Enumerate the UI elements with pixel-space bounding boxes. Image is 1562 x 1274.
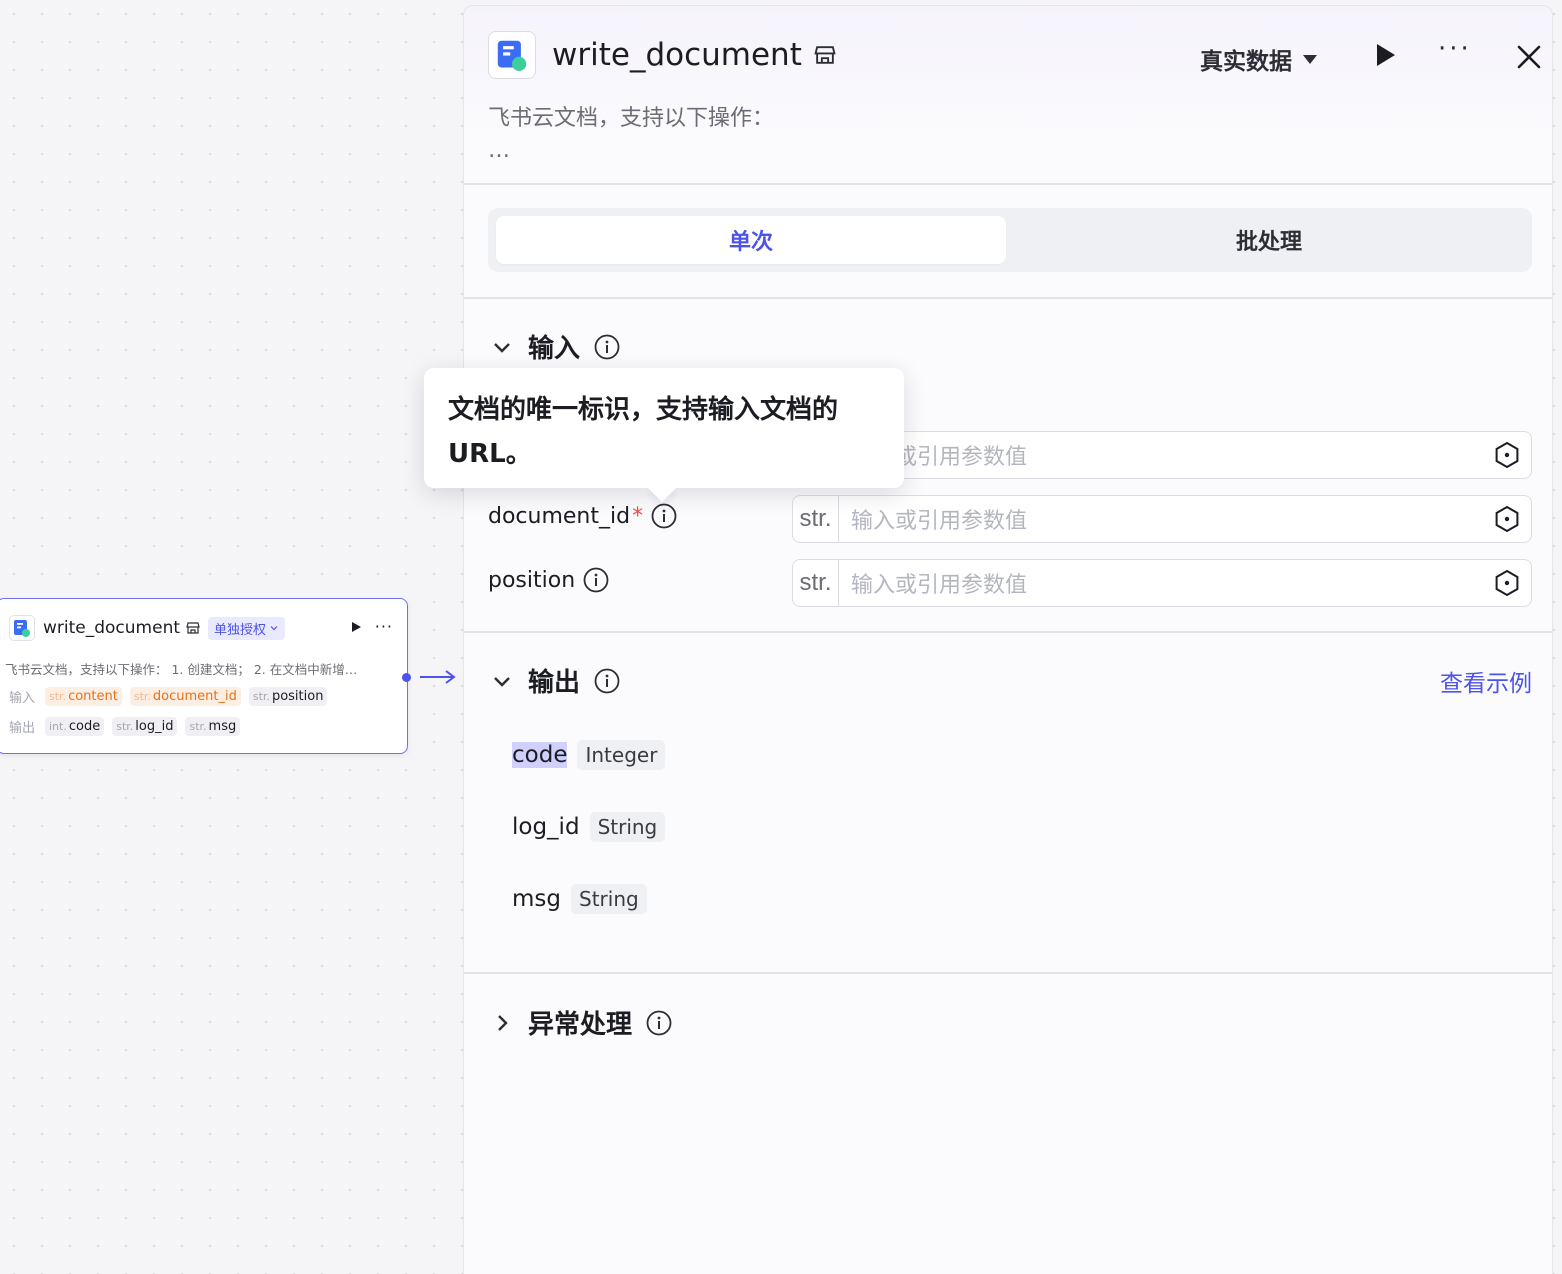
info-icon[interactable] (651, 503, 677, 529)
close-icon[interactable] (1516, 44, 1542, 70)
node-output-label: 输出 (9, 721, 36, 736)
node-input-chip: str. document_id (129, 687, 241, 706)
document-id-placeholder: 输入或引用参数值 (851, 509, 1028, 534)
node-output-chip: int. code (45, 717, 105, 736)
tooltip-line-1: 文档的唯一标识，支持输入文档的 (448, 395, 839, 425)
node-header: write_document 单独授权 (9, 613, 395, 643)
store-icon (814, 44, 836, 66)
output-field-type: String (571, 884, 647, 914)
position-label: position (488, 567, 609, 593)
type-tag: str. (793, 496, 839, 542)
divider (464, 972, 1552, 974)
document-plugin-icon (9, 615, 35, 641)
info-icon[interactable] (594, 334, 620, 360)
document-id-label: document_id * (488, 503, 677, 529)
output-field-row: code Integer (512, 740, 666, 770)
data-mode-dropdown[interactable]: 真实数据 (1200, 42, 1318, 76)
output-field-name: log_id (512, 814, 580, 840)
exception-section-header[interactable]: 异常处理 (490, 1004, 672, 1041)
position-input[interactable]: str. 输入或引用参数值 (792, 559, 1532, 607)
field-name: position (488, 567, 576, 593)
panel-title: write_document (552, 37, 802, 73)
type-tag: str. (793, 560, 839, 606)
output-field-row: msg String (512, 884, 647, 914)
caret-down-icon (1303, 55, 1317, 64)
info-icon[interactable] (594, 668, 620, 694)
panel-header: write_document 真实数据 ··· (488, 30, 1541, 80)
input-section-header[interactable]: 输入 (490, 328, 620, 365)
document-plugin-icon (488, 31, 536, 79)
run-node-icon[interactable] (349, 620, 363, 634)
connection-arrow-icon (420, 670, 456, 684)
divider (464, 183, 1552, 185)
output-field-row: log_id String (512, 812, 666, 842)
node-input-chip: str. content (45, 687, 122, 706)
run-mode-tabs: 单次 批处理 (488, 208, 1532, 272)
chevron-down-icon (494, 676, 510, 687)
node-title: write_document (43, 618, 181, 638)
output-field-type: Integer (577, 740, 666, 770)
more-icon[interactable]: ··· (375, 617, 393, 636)
description-expand[interactable]: … (488, 138, 512, 163)
output-field-name: code (512, 742, 568, 768)
chevron-down-icon (494, 342, 510, 353)
divider (464, 297, 1552, 299)
tab-batch[interactable]: 批处理 (1014, 216, 1524, 264)
auth-badge-label: 单独授权 (214, 622, 267, 638)
node-output-chip: str. log_id (112, 717, 178, 736)
auth-badge[interactable]: 单独授权 (208, 616, 286, 640)
info-icon[interactable] (583, 567, 609, 593)
node-output-port[interactable] (402, 673, 411, 682)
variable-ref-icon[interactable] (1493, 441, 1521, 469)
more-icon[interactable]: ··· (1438, 34, 1472, 64)
document-id-input[interactable]: str. 输入或引用参数值 (792, 495, 1532, 543)
node-output-chip: str. msg (185, 717, 241, 736)
store-icon (186, 621, 200, 635)
document-id-tooltip: 文档的唯一标识，支持输入文档的 URL。 (424, 368, 904, 488)
divider (464, 631, 1552, 633)
field-name: document_id (488, 503, 631, 529)
input-section-title: 输入 (528, 334, 581, 364)
workflow-node-card[interactable]: write_document 单独授权 ··· 飞书云文档，支持以下操作： 1.… (0, 598, 408, 754)
variable-ref-icon[interactable] (1493, 505, 1521, 533)
required-mark: * (632, 503, 644, 529)
position-placeholder: 输入或引用参数值 (851, 573, 1028, 598)
node-inputs-row: 输入 str. content str. document_id str. posit… (9, 687, 328, 706)
output-section-header[interactable]: 输出 (490, 662, 620, 699)
chevron-right-icon (498, 1014, 508, 1031)
chevron-down-icon (270, 626, 278, 631)
node-input-chip: str. position (248, 687, 328, 706)
view-example-link[interactable]: 查看示例 (1440, 664, 1532, 698)
panel-description: 飞书云文档，支持以下操作： (488, 106, 775, 131)
data-mode-label: 真实数据 (1200, 49, 1292, 75)
run-icon[interactable] (1372, 42, 1398, 68)
node-outputs-row: 输出 int. code str. log_id str. msg (9, 717, 241, 736)
output-field-type: String (589, 812, 666, 842)
output-section-title: 输出 (528, 668, 581, 698)
node-description: 飞书云文档，支持以下操作： 1. 创建文档； 2. 在文档中新增… (5, 662, 358, 677)
tooltip-line-2: URL。 (448, 439, 532, 469)
exception-section-title: 异常处理 (528, 1010, 633, 1040)
content-placeholder: 输入或引用参数值 (851, 445, 1028, 470)
variable-ref-icon[interactable] (1493, 569, 1521, 597)
output-field-name: msg (512, 886, 561, 912)
node-config-panel: write_document 真实数据 ··· 飞书云文档，支持以下操作： … … (463, 5, 1553, 1274)
node-input-label: 输入 (9, 691, 36, 706)
info-icon[interactable] (646, 1010, 672, 1036)
tab-single[interactable]: 单次 (496, 216, 1006, 264)
